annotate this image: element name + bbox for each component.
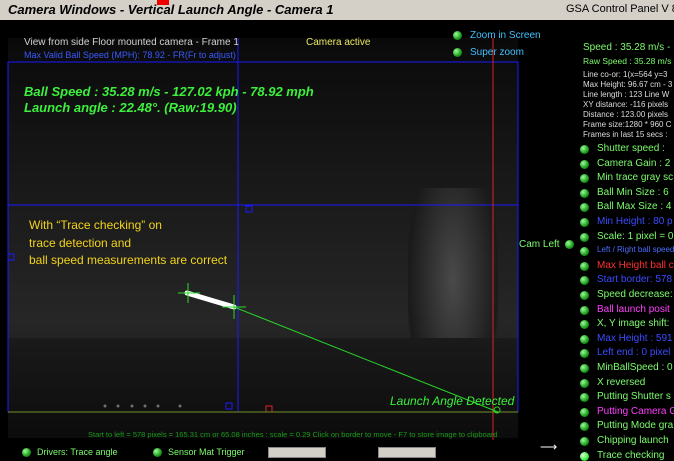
setting-toggle-led[interactable]: [580, 174, 589, 183]
setting-toggle-led[interactable]: [580, 233, 589, 242]
raw-speed-readout: Raw Speed : 35.28 m/s: [583, 56, 672, 66]
setting-label[interactable]: MinBallSpeed : 0: [597, 362, 673, 373]
setting-label[interactable]: Scale: 1 pixel = 0: [597, 231, 673, 242]
setting-label[interactable]: Trace checking: [597, 450, 664, 461]
sensor-mat-trigger[interactable]: Sensor Mat Trigger: [168, 447, 245, 457]
setting-label[interactable]: Speed decrease:: [597, 289, 673, 300]
setting-label[interactable]: Min Height : 80 p: [597, 216, 673, 227]
setting-label[interactable]: Shutter speed :: [597, 143, 665, 154]
setting-label[interactable]: X, Y image shift:: [597, 318, 669, 329]
super-zoom-button[interactable]: Super zoom: [470, 47, 524, 58]
camera-status: Camera active: [306, 37, 371, 48]
bottom-button[interactable]: [378, 447, 436, 458]
setting-label[interactable]: Ball Max Size : 4: [597, 201, 671, 212]
setting-label[interactable]: Max Height : 591: [597, 333, 673, 344]
stat-line: Distance : 123.00 pixels: [583, 110, 668, 119]
setting-toggle-led[interactable]: [580, 262, 589, 271]
setting-label[interactable]: Ball launch posit: [597, 304, 670, 315]
drivers-mode[interactable]: Drivers: Trace angle: [37, 447, 118, 457]
setting-toggle-led[interactable]: [580, 276, 589, 285]
setting-label[interactable]: X reversed: [597, 377, 645, 388]
setting-toggle-led[interactable]: [580, 218, 589, 227]
setting-toggle-led[interactable]: [580, 437, 589, 446]
setting-toggle-led[interactable]: [580, 160, 589, 169]
setting-label[interactable]: Putting Mode gra: [597, 420, 673, 431]
note-line-3: ball speed measurements are correct: [29, 253, 228, 267]
setting-toggle-led[interactable]: [580, 349, 589, 358]
setting-toggle-led[interactable]: [580, 364, 589, 373]
setting-label[interactable]: Left end : 0 pixel: [597, 347, 670, 358]
launch-angle-detected: Launch Angle Detected: [390, 394, 515, 408]
setting-toggle-led[interactable]: [580, 291, 589, 300]
setting-label[interactable]: Left / Right ball speed: [597, 245, 674, 254]
setting-label[interactable]: Max Height ball c: [597, 260, 674, 271]
view-footer: Start to left = 578 pixels = 165.31 cm o…: [88, 430, 498, 439]
super-zoom-led[interactable]: [453, 48, 462, 57]
stat-line: Line co-or: 1(x=564 y=3: [583, 70, 668, 79]
zoom-in-screen-button[interactable]: Zoom in Screen: [470, 30, 541, 41]
launch-angle-readout: Launch angle : 22.48°. (Raw:19.90): [24, 100, 237, 115]
stat-line: Line length : 123 Line W: [583, 90, 670, 99]
setting-label[interactable]: Start border: 578: [597, 274, 672, 285]
setting-toggle-led[interactable]: [580, 247, 589, 256]
setting-toggle-led[interactable]: [580, 189, 589, 198]
drivers-led[interactable]: [22, 448, 31, 457]
note-line-2: trace detection and: [29, 236, 132, 250]
bottom-button[interactable]: [268, 447, 326, 458]
stat-line: Frames in last 15 secs :: [583, 130, 668, 139]
setting-toggle-led[interactable]: [580, 145, 589, 154]
setting-label[interactable]: Ball Min Size : 6: [597, 187, 669, 198]
setting-toggle-led[interactable]: [580, 379, 589, 388]
sensor-led[interactable]: [153, 448, 162, 457]
setting-toggle-led[interactable]: [580, 452, 589, 461]
setting-label[interactable]: Min trace gray sc: [597, 172, 673, 183]
setting-toggle-led[interactable]: [580, 422, 589, 431]
setting-toggle-led[interactable]: [580, 320, 589, 329]
speed-readout: Speed : 35.28 m/s -: [583, 42, 671, 53]
setting-label[interactable]: Putting Camera G: [597, 406, 674, 417]
view-caption-2: Max Valid Ball Speed (MPH): 78.92 - FR(F…: [24, 50, 236, 60]
setting-toggle-led[interactable]: [580, 203, 589, 212]
setting-label[interactable]: Chipping launch: [597, 435, 669, 446]
stat-line: XY distance: -116 pixels: [583, 100, 669, 109]
view-caption: View from side Floor mounted camera - Fr…: [24, 37, 239, 48]
stat-line: Frame size:1280 * 960 C: [583, 120, 672, 129]
setting-label[interactable]: Camera Gain : 2: [597, 158, 670, 169]
setting-toggle-led[interactable]: [580, 335, 589, 344]
setting-label[interactable]: Putting Shutter s: [597, 391, 671, 402]
stat-line: Max Height: 96.67 cm - 3: [583, 80, 673, 89]
ball-speed-readout: Ball Speed : 35.28 m/s - 127.02 kph - 78…: [24, 84, 314, 99]
note-line-1: With “Trace checking” on: [29, 218, 162, 232]
zoom-in-led[interactable]: [453, 31, 462, 40]
cam-left-label: Cam Left: [519, 239, 560, 250]
setting-toggle-led[interactable]: [580, 408, 589, 417]
cam-left-led[interactable]: [565, 240, 574, 249]
setting-toggle-led[interactable]: [580, 393, 589, 402]
arrow-icon: ⟶: [540, 440, 558, 454]
setting-toggle-led[interactable]: [580, 306, 589, 315]
